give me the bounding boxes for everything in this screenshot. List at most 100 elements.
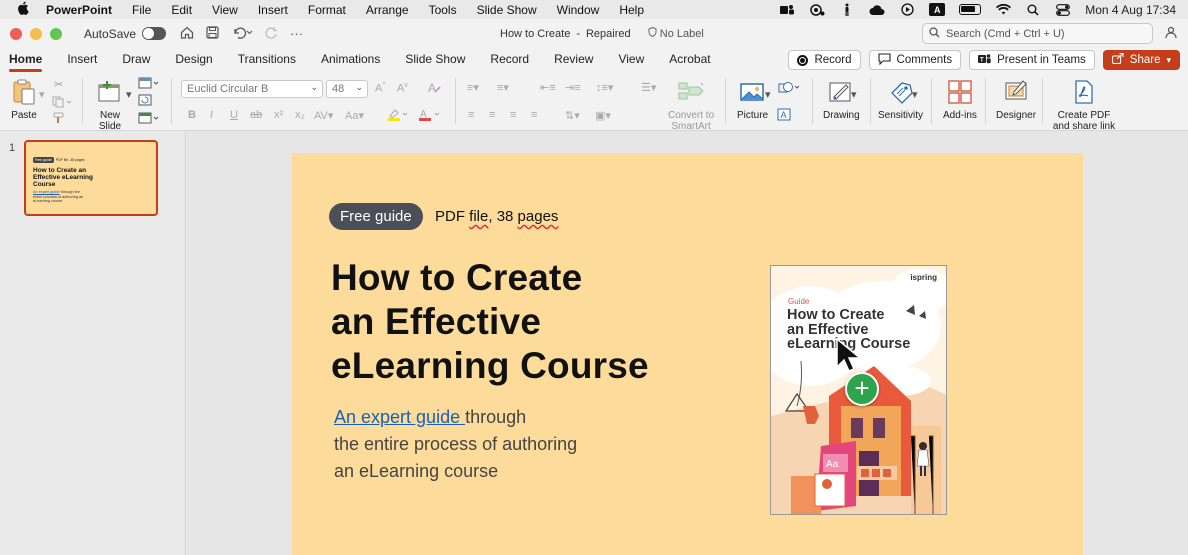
tab-animations[interactable]: Animations	[321, 48, 380, 72]
decrease-indent-icon[interactable]: ⇤≡	[540, 81, 556, 94]
tab-transitions[interactable]: Transitions	[238, 48, 296, 72]
underline-icon[interactable]: U	[230, 109, 238, 121]
decrease-font-size-icon[interactable]: Av	[397, 82, 408, 95]
control-center-icon[interactable]	[1055, 3, 1071, 16]
camera-status-icon[interactable]	[809, 3, 825, 16]
menu-slide-show[interactable]: Slide Show	[467, 3, 547, 17]
slide-subtitle[interactable]: An expert guide through the entire proce…	[334, 404, 654, 485]
collaborate-icon[interactable]	[1164, 26, 1178, 43]
align-left-icon[interactable]: ≡	[468, 109, 474, 121]
new-slide-button[interactable]: New Slide	[96, 78, 124, 132]
menu-format[interactable]: Format	[298, 3, 356, 17]
zoom-window-button[interactable]	[50, 27, 62, 40]
teams-status-icon[interactable]	[779, 4, 795, 16]
share-button[interactable]: Share ▾	[1102, 50, 1180, 70]
creative-cloud-icon[interactable]	[869, 4, 885, 16]
convert-to-smartart-button[interactable]: Convert to SmartArt	[668, 78, 714, 132]
align-center-icon[interactable]: ≡	[489, 109, 495, 121]
menu-powerpoint[interactable]: PowerPoint	[36, 3, 122, 17]
tab-design[interactable]: Design	[175, 48, 212, 72]
menu-tools[interactable]: Tools	[419, 3, 467, 17]
highlight-icon[interactable]	[387, 108, 411, 124]
record-button[interactable]: Record	[788, 50, 861, 70]
menu-file[interactable]: File	[122, 3, 161, 17]
increase-font-size-icon[interactable]: A^	[375, 82, 386, 95]
increase-indent-icon[interactable]: ⇥≡	[565, 81, 581, 94]
wifi-icon[interactable]	[995, 4, 1011, 16]
section-icon[interactable]	[138, 112, 160, 127]
menu-edit[interactable]: Edit	[161, 3, 202, 17]
font-color-icon[interactable]: A	[419, 108, 443, 124]
picture-chevron-icon[interactable]: ▾	[765, 88, 771, 101]
justify-icon[interactable]: ≡	[531, 109, 537, 121]
expert-guide-link[interactable]: An expert guide	[334, 407, 465, 427]
shapes-icon[interactable]	[777, 81, 803, 98]
align-right-icon[interactable]: ≡	[510, 109, 516, 121]
autosave-toggle[interactable]	[142, 27, 167, 40]
reset-slide-icon[interactable]	[138, 94, 152, 109]
search-input[interactable]: Search (Cmd + Ctrl + U)	[922, 23, 1153, 44]
home-icon[interactable]	[180, 26, 194, 42]
strikethrough-icon[interactable]: ab	[250, 109, 262, 121]
sensitivity-chevron-icon[interactable]: ▾	[912, 88, 918, 101]
italic-icon[interactable]: I	[210, 109, 213, 121]
create-pdf-button[interactable]: Create PDF and share link	[1052, 78, 1116, 132]
picture-button[interactable]: Picture	[737, 78, 768, 121]
close-window-button[interactable]	[10, 27, 22, 40]
clear-formatting-icon[interactable]: A	[428, 81, 442, 97]
undo-icon[interactable]	[231, 26, 253, 42]
tab-record[interactable]: Record	[490, 48, 529, 72]
tab-review[interactable]: Review	[554, 48, 593, 72]
character-spacing-icon[interactable]: AV▾	[314, 109, 333, 122]
redo-icon[interactable]	[265, 26, 278, 42]
minimize-window-button[interactable]	[30, 27, 42, 40]
paste-options-chevron-icon[interactable]: ▾	[39, 88, 45, 101]
save-icon[interactable]	[206, 25, 219, 42]
apple-menu-icon[interactable]	[10, 1, 36, 18]
numbering-icon[interactable]: ≡▾	[497, 81, 509, 94]
layout-icon[interactable]	[138, 77, 160, 92]
tab-draw[interactable]: Draw	[122, 48, 150, 72]
menu-help[interactable]: Help	[609, 3, 654, 17]
sensitivity-label[interactable]: No Label	[648, 26, 704, 40]
accessibility-status-icon[interactable]	[839, 3, 855, 16]
bold-icon[interactable]: B	[188, 109, 196, 121]
free-guide-badge[interactable]: Free guide	[329, 203, 423, 230]
font-name-dropdown[interactable]: Euclid Circular B ⌄	[181, 80, 323, 98]
spotlight-search-icon[interactable]	[1025, 4, 1041, 16]
columns-icon[interactable]: ☰▾	[641, 81, 656, 94]
menu-arrange[interactable]: Arrange	[356, 3, 419, 17]
pdf-info-text[interactable]: PDF file, 38 pages	[435, 208, 558, 225]
paste-button[interactable]: Paste	[10, 78, 38, 121]
tab-insert[interactable]: Insert	[67, 48, 97, 72]
present-in-teams-button[interactable]: T Present in Teams	[969, 50, 1095, 70]
add-ins-button[interactable]: Add-ins	[943, 78, 977, 121]
drawing-chevron-icon[interactable]: ▾	[851, 88, 857, 101]
format-painter-icon[interactable]	[52, 112, 66, 127]
text-direction-icon[interactable]: ⇅▾	[565, 109, 580, 122]
more-options-icon[interactable]: ···	[290, 26, 303, 42]
comments-button[interactable]: Comments	[868, 50, 962, 70]
cut-icon[interactable]: ✂	[54, 78, 63, 91]
align-text-icon[interactable]: ▣▾	[595, 109, 611, 122]
subscript-icon[interactable]: x₂	[295, 109, 305, 121]
slide[interactable]: Free guide PDF file, 38 pages How to Cre…	[292, 153, 1083, 555]
slide-title[interactable]: How to Create an Effective eLearning Cou…	[331, 256, 649, 388]
input-source-icon[interactable]: A	[929, 3, 946, 16]
text-box-icon[interactable]: A	[777, 108, 791, 124]
play-status-icon[interactable]	[899, 3, 915, 16]
font-size-dropdown[interactable]: 48 ⌄	[326, 80, 368, 98]
tab-view[interactable]: View	[618, 48, 644, 72]
menu-insert[interactable]: Insert	[248, 3, 298, 17]
copy-icon[interactable]	[52, 96, 72, 111]
menubar-clock[interactable]: Mon 4 Aug 17:34	[1085, 3, 1176, 17]
menu-window[interactable]: Window	[547, 3, 610, 17]
change-case-icon[interactable]: Aa▾	[345, 109, 364, 122]
designer-button[interactable]: Designer	[996, 78, 1036, 121]
tab-slide-show[interactable]: Slide Show	[405, 48, 465, 72]
battery-icon[interactable]	[959, 4, 982, 15]
slide-thumbnail-1[interactable]: Free guide PDF file, 38 pages How to Crea…	[24, 140, 158, 216]
new-slide-chevron-icon[interactable]: ▾	[126, 88, 132, 101]
line-spacing-icon[interactable]: ↕≡▾	[596, 81, 613, 94]
menu-view[interactable]: View	[202, 3, 248, 17]
